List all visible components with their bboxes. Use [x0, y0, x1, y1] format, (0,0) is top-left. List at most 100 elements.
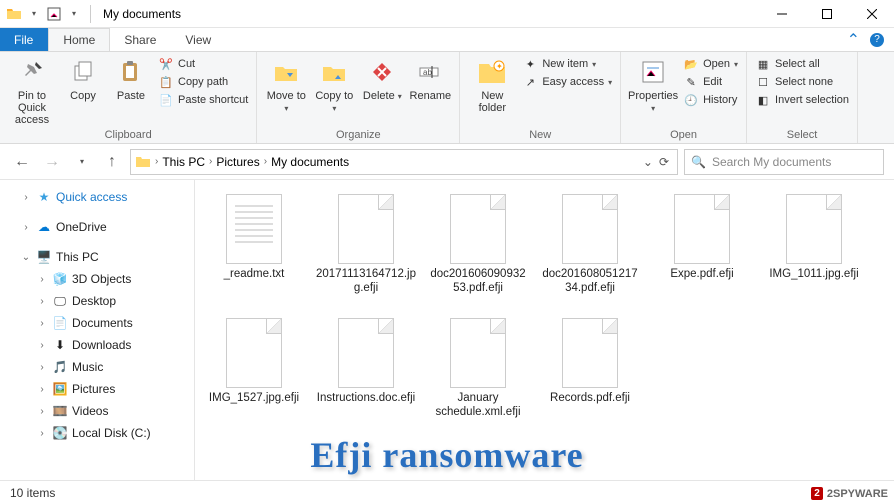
select-all-button[interactable]: ▦Select all	[755, 56, 849, 72]
help-icon[interactable]: ?	[870, 33, 884, 47]
up-button[interactable]: ↑	[100, 150, 124, 174]
edit-button[interactable]: ✎Edit	[683, 74, 738, 90]
properties-button[interactable]: Properties ▾	[629, 56, 677, 114]
new-item-button[interactable]: ✦New item ▾	[522, 56, 612, 72]
copy-button[interactable]: Copy	[62, 56, 104, 102]
refresh-icon[interactable]: ⟳	[659, 155, 669, 169]
tree-item[interactable]: ›🎵Music	[0, 356, 194, 378]
select-none-icon: ☐	[755, 74, 771, 90]
ribbon-group-organize: Move to ▾ Copy to ▾ Delete ▾ ab Rename O…	[257, 52, 460, 143]
down-icon[interactable]: ▾	[26, 6, 42, 22]
tab-view[interactable]: View	[171, 28, 226, 51]
file-item[interactable]: Records.pdf.efji	[537, 314, 643, 434]
ribbon-group-clipboard: Pin to Quick access Copy Paste ✂️Cut 📋Co…	[0, 52, 257, 143]
rename-button[interactable]: ab Rename	[409, 56, 451, 102]
history-button[interactable]: 🕘History	[683, 92, 738, 108]
maximize-button[interactable]	[804, 0, 849, 28]
delete-label: Delete ▾	[363, 90, 402, 102]
file-item[interactable]: doc201608051217 34.pdf.efji	[537, 190, 643, 310]
file-item[interactable]: Instructions.doc.efji	[313, 314, 419, 434]
tab-share[interactable]: Share	[110, 28, 171, 51]
file-name: _readme.txt	[224, 268, 285, 282]
spyware-badge: 2 2SPYWARE	[805, 483, 894, 504]
copy-to-button[interactable]: Copy to ▾	[313, 56, 355, 114]
tree-item[interactable]: ›⬇Downloads	[0, 334, 194, 356]
search-box[interactable]: 🔍 Search My documents	[684, 149, 884, 175]
invert-selection-button[interactable]: ◧Invert selection	[755, 92, 849, 108]
new-folder-button[interactable]: ✦ New folder	[468, 56, 516, 114]
cut-button[interactable]: ✂️Cut	[158, 56, 248, 72]
open-icon: 📂	[683, 56, 699, 72]
file-item[interactable]: IMG_1011.jpg.efji	[761, 190, 867, 310]
paste-button[interactable]: Paste	[110, 56, 152, 102]
files-view[interactable]: _readme.txt20171113164712.jpg.efjidoc201…	[195, 180, 894, 480]
title-bar: ▾ ▾ My documents	[0, 0, 894, 28]
copy-path-icon: 📋	[158, 74, 174, 90]
expand-icon[interactable]: ›	[36, 362, 48, 373]
copy-path-button[interactable]: 📋Copy path	[158, 74, 248, 90]
properties-icon[interactable]	[46, 6, 62, 22]
easy-access-button[interactable]: ↗Easy access ▾	[522, 74, 612, 90]
back-button[interactable]: ←	[10, 150, 34, 174]
unknown-file-icon	[226, 318, 282, 388]
tree-item[interactable]: ›🎞️Videos	[0, 400, 194, 422]
expand-icon[interactable]: ›	[20, 222, 32, 233]
expand-icon[interactable]: ›	[36, 428, 48, 439]
chevron-icon[interactable]: ›	[264, 156, 267, 167]
address-bar[interactable]: › This PC › Pictures › My documents ⌄ ⟳	[130, 149, 678, 175]
tree-label: This PC	[56, 250, 99, 264]
chevron-icon[interactable]: ›	[155, 156, 158, 167]
collapse-icon[interactable]: ⌄	[20, 252, 32, 263]
chevron-icon[interactable]: ›	[209, 156, 212, 167]
status-bar: 10 items ≡ ▦	[0, 480, 894, 504]
tree-label: Downloads	[72, 338, 131, 352]
tree-onedrive[interactable]: › ☁ OneDrive	[0, 216, 194, 238]
tree-this-pc[interactable]: ⌄ 🖥️ This PC	[0, 246, 194, 268]
file-item[interactable]: 20171113164712.jpg.efji	[313, 190, 419, 310]
file-item[interactable]: doc201606090932 53.pdf.efji	[425, 190, 531, 310]
file-name: Instructions.doc.efji	[317, 392, 415, 406]
breadcrumb-seg[interactable]: Pictures	[216, 155, 259, 169]
expand-icon[interactable]: ›	[36, 340, 48, 351]
file-item[interactable]: Expe.pdf.efji	[649, 190, 755, 310]
dropdown-icon[interactable]: ▾	[66, 6, 82, 22]
delete-button[interactable]: Delete ▾	[361, 56, 403, 102]
expand-icon[interactable]: ›	[36, 384, 48, 395]
file-item[interactable]: IMG_1527.jpg.efji	[201, 314, 307, 434]
folder-type-icon: 🖼️	[52, 381, 68, 397]
paste-shortcut-button[interactable]: 📄Paste shortcut	[158, 92, 248, 108]
breadcrumb-seg[interactable]: This PC	[162, 155, 205, 169]
ribbon-collapse-icon[interactable]: ⌃	[847, 30, 860, 50]
expand-icon[interactable]: ›	[36, 296, 48, 307]
pin-quick-access-button[interactable]: Pin to Quick access	[8, 56, 56, 126]
tab-home[interactable]: Home	[48, 28, 110, 51]
close-button[interactable]	[849, 0, 894, 28]
expand-icon[interactable]: ›	[36, 274, 48, 285]
tree-item[interactable]: ›📄Documents	[0, 312, 194, 334]
tree-item[interactable]: ›🖼️Pictures	[0, 378, 194, 400]
address-dropdown-icon[interactable]: ⌄	[643, 155, 653, 169]
tab-file[interactable]: File	[0, 28, 48, 51]
tree-item[interactable]: ›🧊3D Objects	[0, 268, 194, 290]
expand-icon[interactable]: ›	[20, 192, 32, 203]
tree-item[interactable]: ›💽Local Disk (C:)	[0, 422, 194, 444]
move-to-icon	[270, 56, 302, 88]
tree-item[interactable]: ›🖵Desktop	[0, 290, 194, 312]
recent-locations-button[interactable]: ▾	[70, 150, 94, 174]
file-item[interactable]: _readme.txt	[201, 190, 307, 310]
tree-quick-access[interactable]: › ★ Quick access	[0, 186, 194, 208]
folder-icon	[135, 154, 151, 170]
unknown-file-icon	[338, 194, 394, 264]
move-to-button[interactable]: Move to ▾	[265, 56, 307, 114]
expand-icon[interactable]: ›	[36, 318, 48, 329]
open-button[interactable]: 📂Open ▾	[683, 56, 738, 72]
group-label-clipboard: Clipboard	[8, 127, 248, 141]
forward-button[interactable]: →	[40, 150, 64, 174]
file-item[interactable]: January schedule.xml.efji	[425, 314, 531, 434]
expand-icon[interactable]: ›	[36, 406, 48, 417]
minimize-button[interactable]	[759, 0, 804, 28]
breadcrumb-seg[interactable]: My documents	[271, 155, 349, 169]
rename-label: Rename	[410, 90, 452, 102]
nav-bar: ← → ▾ ↑ › This PC › Pictures › My docume…	[0, 144, 894, 180]
select-none-button[interactable]: ☐Select none	[755, 74, 849, 90]
